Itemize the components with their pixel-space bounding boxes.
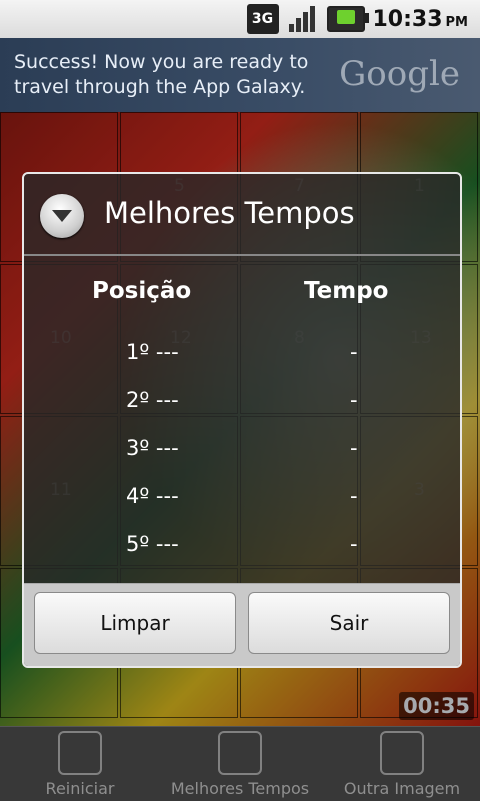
ad-logo: Google bbox=[339, 54, 460, 94]
other-image-label: Outra Imagem bbox=[343, 779, 461, 798]
status-time: 10:33 PM bbox=[373, 7, 469, 32]
restart-cards-icon bbox=[58, 731, 102, 775]
calendar-clock-icon bbox=[218, 731, 262, 775]
row-position: 5º --- bbox=[126, 532, 179, 556]
other-image-button[interactable]: Outra Imagem bbox=[336, 727, 468, 801]
dialog-header: Melhores Tempos bbox=[24, 174, 460, 256]
status-time-ampm: PM bbox=[445, 14, 468, 30]
row-position: 4º --- bbox=[126, 484, 179, 508]
row-time: - bbox=[350, 388, 358, 412]
row-position: 1º --- bbox=[126, 340, 179, 364]
best-times-button[interactable]: Melhores Tempos bbox=[160, 727, 320, 801]
status-bar: 3G 10:33 PM bbox=[0, 0, 480, 38]
clear-button[interactable]: Limpar bbox=[34, 592, 236, 654]
row-time: - bbox=[350, 532, 358, 556]
column-header-time: Tempo bbox=[304, 278, 389, 304]
row-position: 2º --- bbox=[126, 388, 179, 412]
battery-charging-icon bbox=[326, 6, 369, 32]
chevron-down-circle-icon bbox=[40, 194, 84, 238]
restart-button[interactable]: Reiniciar bbox=[20, 727, 140, 801]
status-time-value: 10:33 bbox=[372, 6, 443, 32]
exit-button[interactable]: Sair bbox=[248, 592, 450, 654]
row-time: - bbox=[350, 436, 358, 460]
best-times-label: Melhores Tempos bbox=[170, 779, 310, 798]
dialog-title: Melhores Tempos bbox=[104, 196, 355, 230]
ad-banner[interactable]: Success! Now you are ready to travel thr… bbox=[0, 38, 480, 112]
column-header-position: Posição bbox=[92, 278, 192, 304]
row-time: - bbox=[350, 340, 358, 364]
star-card-icon bbox=[380, 731, 424, 775]
network-3g-icon: 3G bbox=[246, 4, 279, 34]
signal-strength-icon bbox=[287, 4, 319, 34]
ad-text: Success! Now you are ready to travel thr… bbox=[14, 51, 309, 98]
bottom-toolbar: Reiniciar Melhores Tempos Outra Imagem bbox=[0, 726, 480, 801]
dialog-footer: Limpar Sair bbox=[24, 583, 460, 666]
row-time: - bbox=[350, 484, 358, 508]
restart-label: Reiniciar bbox=[45, 779, 115, 798]
best-times-dialog: Melhores Tempos Posição Tempo 1º --- - 2… bbox=[22, 172, 462, 668]
row-position: 3º --- bbox=[126, 436, 179, 460]
